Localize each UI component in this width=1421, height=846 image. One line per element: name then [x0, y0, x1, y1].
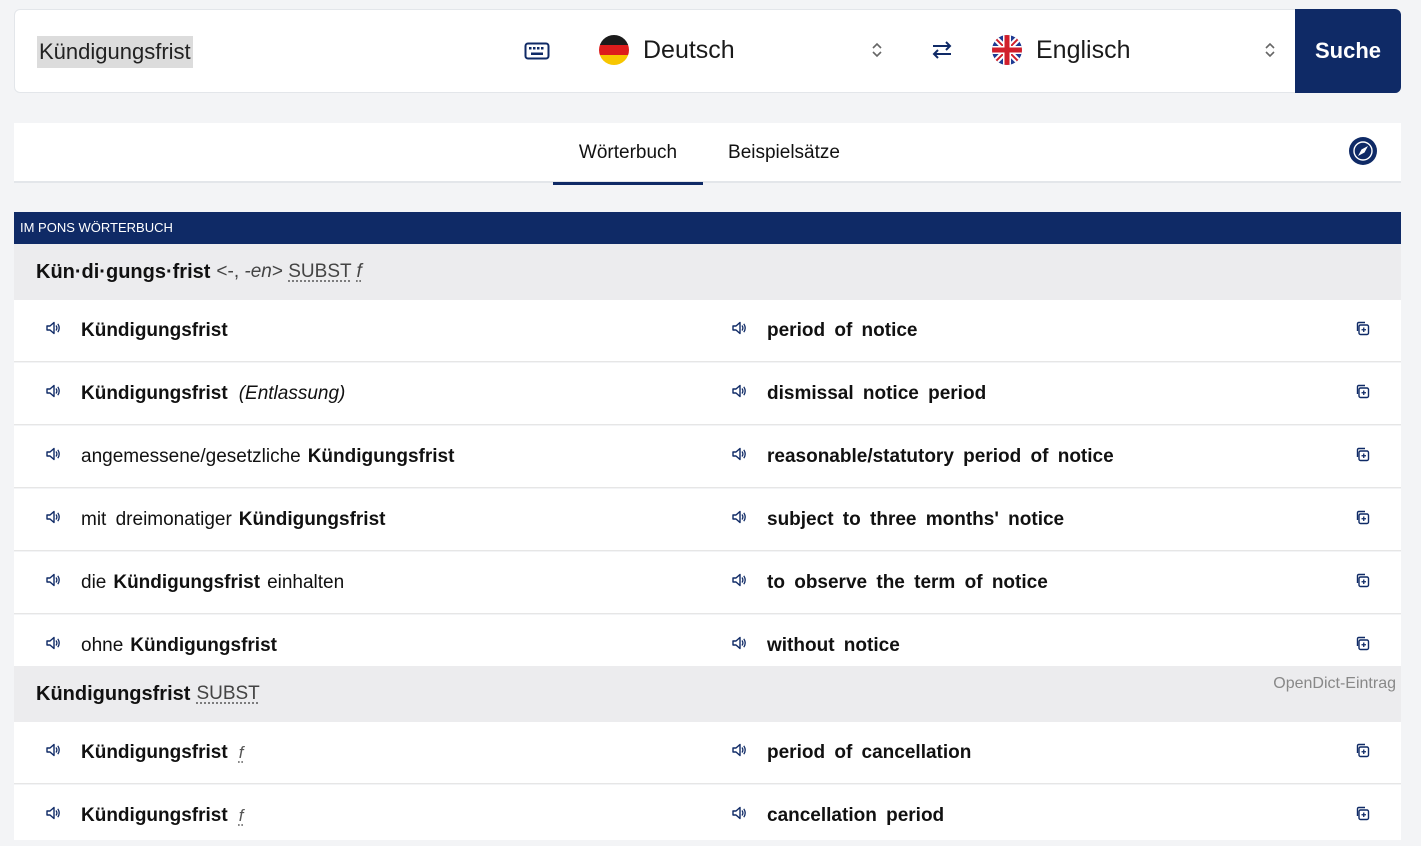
copy-icon[interactable]: [1355, 743, 1370, 758]
source-phrase: die Kündigungsfrist einhalten: [81, 571, 345, 593]
target-phrase: to observe the term of notice: [767, 571, 1048, 593]
copy-icon[interactable]: [1355, 321, 1370, 336]
source-language-select[interactable]: Deutsch: [643, 34, 735, 66]
section-header: IM PONS WÖRTERBUCH: [14, 212, 1401, 244]
translation-row: angemessene/gesetzliche Kündigungsfrist r…: [14, 426, 1401, 488]
speaker-icon[interactable]: [731, 572, 747, 588]
target-phrase: period of cancellation: [767, 741, 972, 763]
context-label: (Entlassung): [238, 382, 346, 404]
speaker-icon[interactable]: [731, 742, 747, 758]
translation-row: Kündigungsfrist f period of cancellation: [14, 722, 1401, 784]
translation-row: ohne Kündigungsfrist without notice: [14, 615, 1401, 666]
gender-abbr[interactable]: f: [357, 261, 362, 282]
speaker-icon[interactable]: [45, 509, 61, 525]
target-phrase: cancellation period: [767, 804, 945, 826]
speaker-icon[interactable]: [45, 383, 61, 399]
translation-row: Kündigungsfrist f cancellation period: [14, 785, 1401, 840]
copy-icon[interactable]: [1355, 573, 1370, 588]
headword-row: Kün·di·gungs·frist <-, -en> SUBST f: [14, 244, 1401, 300]
target-phrase: subject to three months' notice: [767, 508, 1065, 530]
copy-icon[interactable]: [1355, 384, 1370, 399]
speaker-icon[interactable]: [731, 320, 747, 336]
target-language-select[interactable]: Englisch: [1036, 34, 1131, 66]
search-bar: Kündigungsfrist Deutsch Englisch Suche: [14, 9, 1401, 93]
swap-icon[interactable]: [931, 40, 953, 60]
chevron-updown-icon[interactable]: [1264, 41, 1276, 59]
copy-icon[interactable]: [1355, 447, 1370, 462]
speaker-icon[interactable]: [45, 805, 61, 821]
grammar-info: <-, -en> SUBST f: [216, 261, 362, 282]
pos-abbr[interactable]: SUBST: [196, 683, 259, 704]
speaker-icon[interactable]: [45, 742, 61, 758]
target-phrase: dismissal notice period: [767, 382, 987, 404]
tab-dictionary[interactable]: Wörterbuch: [553, 123, 703, 185]
speaker-icon[interactable]: [45, 320, 61, 336]
translation-row: mit dreimonatiger Kündigungsfrist subject…: [14, 489, 1401, 551]
source-phrase: Kündigungsfrist: [81, 319, 228, 341]
translation-row: Kündigungsfrist period of notice: [14, 300, 1401, 362]
search-button[interactable]: Suche: [1295, 9, 1401, 93]
grammar-info: SUBST: [196, 683, 259, 705]
search-input[interactable]: Kündigungsfrist: [37, 36, 193, 68]
compass-icon[interactable]: [1348, 136, 1378, 166]
uk-flag-icon: [992, 35, 1022, 65]
translation-row: die Kündigungsfrist einhalten to observe t…: [14, 552, 1401, 614]
copy-icon[interactable]: [1355, 806, 1370, 821]
tab-example-sentences[interactable]: Beispielsätze: [714, 123, 854, 183]
headword: Kündigungsfrist: [36, 682, 191, 705]
speaker-icon[interactable]: [731, 446, 747, 462]
keyboard-icon[interactable]: [524, 42, 550, 60]
source-phrase: Kündigungsfrist f: [81, 804, 244, 826]
speaker-icon[interactable]: [45, 635, 61, 651]
pos-abbr[interactable]: SUBST: [288, 261, 351, 282]
source-phrase: Kündigungsfrist f: [81, 741, 244, 763]
chevron-updown-icon[interactable]: [871, 41, 883, 59]
target-phrase: period of notice: [767, 319, 918, 341]
gender-abbr[interactable]: f: [239, 743, 244, 763]
headword: Kün·di·gungs·frist: [36, 260, 211, 283]
gender-abbr[interactable]: f: [239, 806, 244, 826]
source-phrase: angemessene/gesetzliche Kündigungsfrist: [81, 445, 455, 467]
german-flag-icon: [599, 35, 629, 65]
speaker-icon[interactable]: [731, 383, 747, 399]
speaker-icon[interactable]: [731, 509, 747, 525]
speaker-icon[interactable]: [45, 572, 61, 588]
speaker-icon[interactable]: [731, 635, 747, 651]
headword-row: Kündigungsfrist SUBST OpenDict-Eintrag: [14, 666, 1401, 722]
copy-icon[interactable]: [1355, 636, 1370, 651]
tab-bar: Wörterbuch Beispielsätze: [14, 123, 1401, 185]
speaker-icon[interactable]: [731, 805, 747, 821]
target-phrase: reasonable/statutory period of notice: [767, 445, 1114, 467]
opendict-badge[interactable]: OpenDict-Eintrag: [1273, 675, 1396, 693]
translation-row: Kündigungsfrist (Entlassung) dismissal no…: [14, 363, 1401, 425]
source-phrase: Kündigungsfrist (Entlassung): [81, 382, 346, 404]
copy-icon[interactable]: [1355, 510, 1370, 525]
source-phrase: mit dreimonatiger Kündigungsfrist: [81, 508, 386, 530]
speaker-icon[interactable]: [45, 446, 61, 462]
